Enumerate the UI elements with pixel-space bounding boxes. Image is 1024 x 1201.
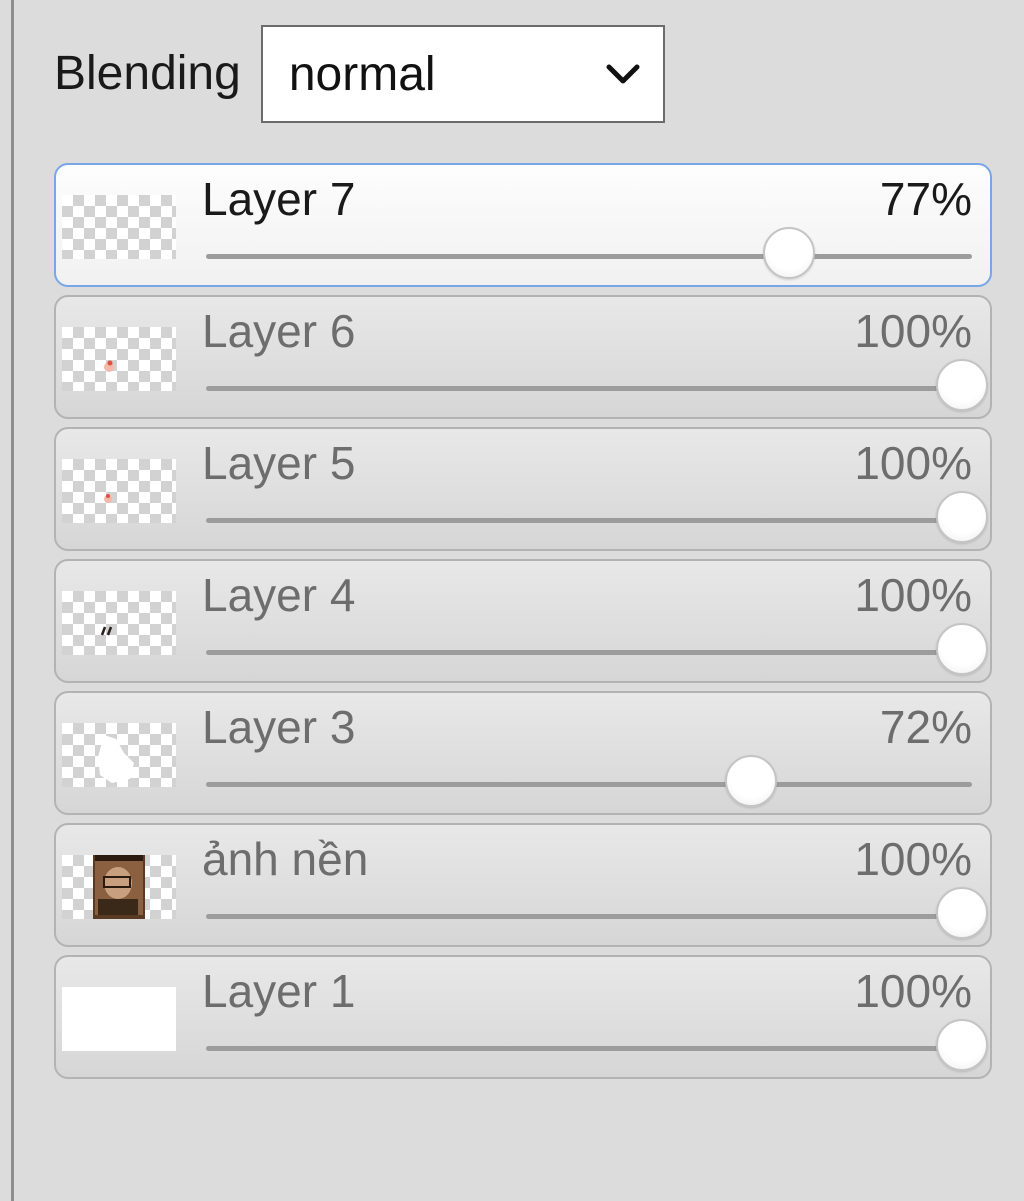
thumbnail-mark (104, 360, 114, 372)
thumbnail-mark (100, 626, 113, 636)
opacity-slider-handle[interactable] (936, 491, 988, 543)
thumbnail-photo (93, 855, 145, 919)
layer-row[interactable]: Layer 3 72% (54, 691, 992, 815)
opacity-slider-track[interactable] (206, 386, 972, 391)
opacity-slider-handle[interactable] (936, 887, 988, 939)
blending-label: Blending (54, 47, 241, 100)
opacity-slider-track[interactable] (206, 650, 972, 655)
layer-opacity-value: 100% (854, 437, 972, 489)
blending-select[interactable]: normal (260, 25, 665, 123)
layer-thumbnail (62, 327, 176, 391)
layer-thumbnail (62, 987, 176, 1051)
layer-row[interactable]: Layer 1 100% (54, 955, 992, 1079)
layer-name: Layer 5 (202, 437, 356, 489)
opacity-slider-track[interactable] (206, 254, 972, 259)
layer-row[interactable]: Layer 5 100% (54, 427, 992, 551)
blending-row: Blending normal (54, 22, 665, 126)
layer-row[interactable]: Layer 4 100% (54, 559, 992, 683)
layer-opacity-value: 72% (879, 701, 972, 753)
blending-select-value: normal (288, 47, 436, 101)
layer-thumbnail (62, 855, 176, 919)
layer-name: Layer 3 (202, 701, 356, 753)
layer-opacity-value: 77% (879, 173, 972, 225)
opacity-slider-handle[interactable] (763, 227, 816, 279)
layer-name: Layer 6 (202, 305, 356, 357)
opacity-slider-handle[interactable] (936, 623, 988, 675)
layer-thumbnail (62, 723, 176, 787)
opacity-slider-handle[interactable] (936, 1019, 988, 1071)
opacity-slider-track[interactable] (206, 782, 972, 787)
layer-opacity-value: 100% (854, 569, 972, 621)
opacity-slider-handle[interactable] (725, 755, 778, 807)
layer-name: Layer 4 (202, 569, 356, 621)
layer-opacity-value: 100% (854, 965, 972, 1017)
opacity-slider-handle[interactable] (936, 359, 988, 411)
layer-thumbnail (62, 195, 176, 259)
layer-thumbnail (62, 591, 176, 655)
thumbnail-mark (104, 494, 112, 503)
layers-panel: Blending normal Layer 7 77% Layer 6 100%… (0, 0, 1024, 1201)
opacity-slider-track[interactable] (206, 1046, 972, 1051)
layer-name: ảnh nền (202, 833, 369, 885)
opacity-slider-track[interactable] (206, 518, 972, 523)
layer-opacity-value: 100% (854, 833, 972, 885)
layer-thumbnail (62, 459, 176, 523)
opacity-slider-track[interactable] (206, 914, 972, 919)
layer-row[interactable]: Layer 6 100% (54, 295, 992, 419)
layer-opacity-value: 100% (854, 305, 972, 357)
panel-left-border (11, 0, 14, 1201)
layer-list: Layer 7 77% Layer 6 100% Layer 5 100% La… (54, 163, 992, 1087)
chevron-down-icon (606, 64, 640, 84)
layer-row[interactable]: Layer 7 77% (54, 163, 992, 287)
layer-name: Layer 7 (202, 173, 356, 225)
layer-row[interactable]: ảnh nền 100% (54, 823, 992, 947)
thumbnail-mark (98, 735, 134, 783)
layer-name: Layer 1 (202, 965, 356, 1017)
